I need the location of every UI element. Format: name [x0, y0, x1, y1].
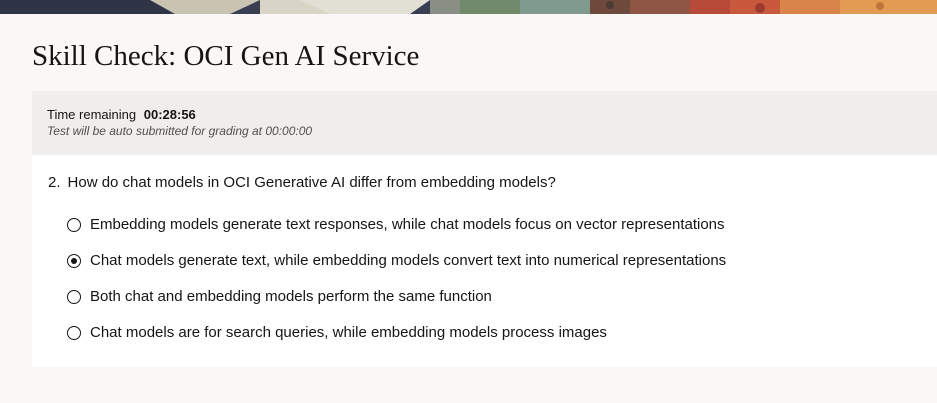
banner-artwork [0, 0, 937, 14]
time-remaining-label: Time remaining [47, 107, 137, 122]
radio-button-unselected[interactable] [67, 326, 81, 340]
timer-panel: Time remaining 00:28:56 Test will be aut… [32, 91, 937, 155]
answer-option-label: Embedding models generate text responses… [90, 216, 725, 233]
page-title: Skill Check: OCI Gen AI Service [32, 40, 420, 72]
answer-option-label: Both chat and embedding models perform t… [90, 288, 492, 305]
answer-option-3[interactable]: Both chat and embedding models perform t… [67, 286, 492, 308]
radio-selected-dot-icon [71, 258, 77, 264]
question-prompt: 2. How do chat models in OCI Generative A… [48, 173, 556, 193]
question-card: 2. How do chat models in OCI Generative A… [32, 155, 937, 367]
header-banner [0, 0, 937, 14]
auto-submit-note: Test will be auto submitted for grading … [47, 124, 313, 138]
answer-option-label: Chat models are for search queries, whil… [90, 324, 607, 341]
radio-button-unselected[interactable] [67, 218, 81, 232]
timer-line: Time remaining 00:28:56 [47, 107, 937, 123]
question-text: How do chat models in OCI Generative AI … [67, 174, 556, 191]
question-number: 2. [48, 174, 61, 191]
answer-option-1[interactable]: Embedding models generate text responses… [67, 214, 725, 236]
answer-option-label: Chat models generate text, while embeddi… [90, 252, 727, 269]
radio-button-unselected[interactable] [67, 290, 81, 304]
answer-option-2[interactable]: Chat models generate text, while embeddi… [67, 250, 726, 272]
answer-option-4[interactable]: Chat models are for search queries, whil… [67, 322, 607, 344]
time-remaining-value: 00:28:56 [143, 107, 196, 122]
radio-button-selected[interactable] [67, 254, 81, 268]
